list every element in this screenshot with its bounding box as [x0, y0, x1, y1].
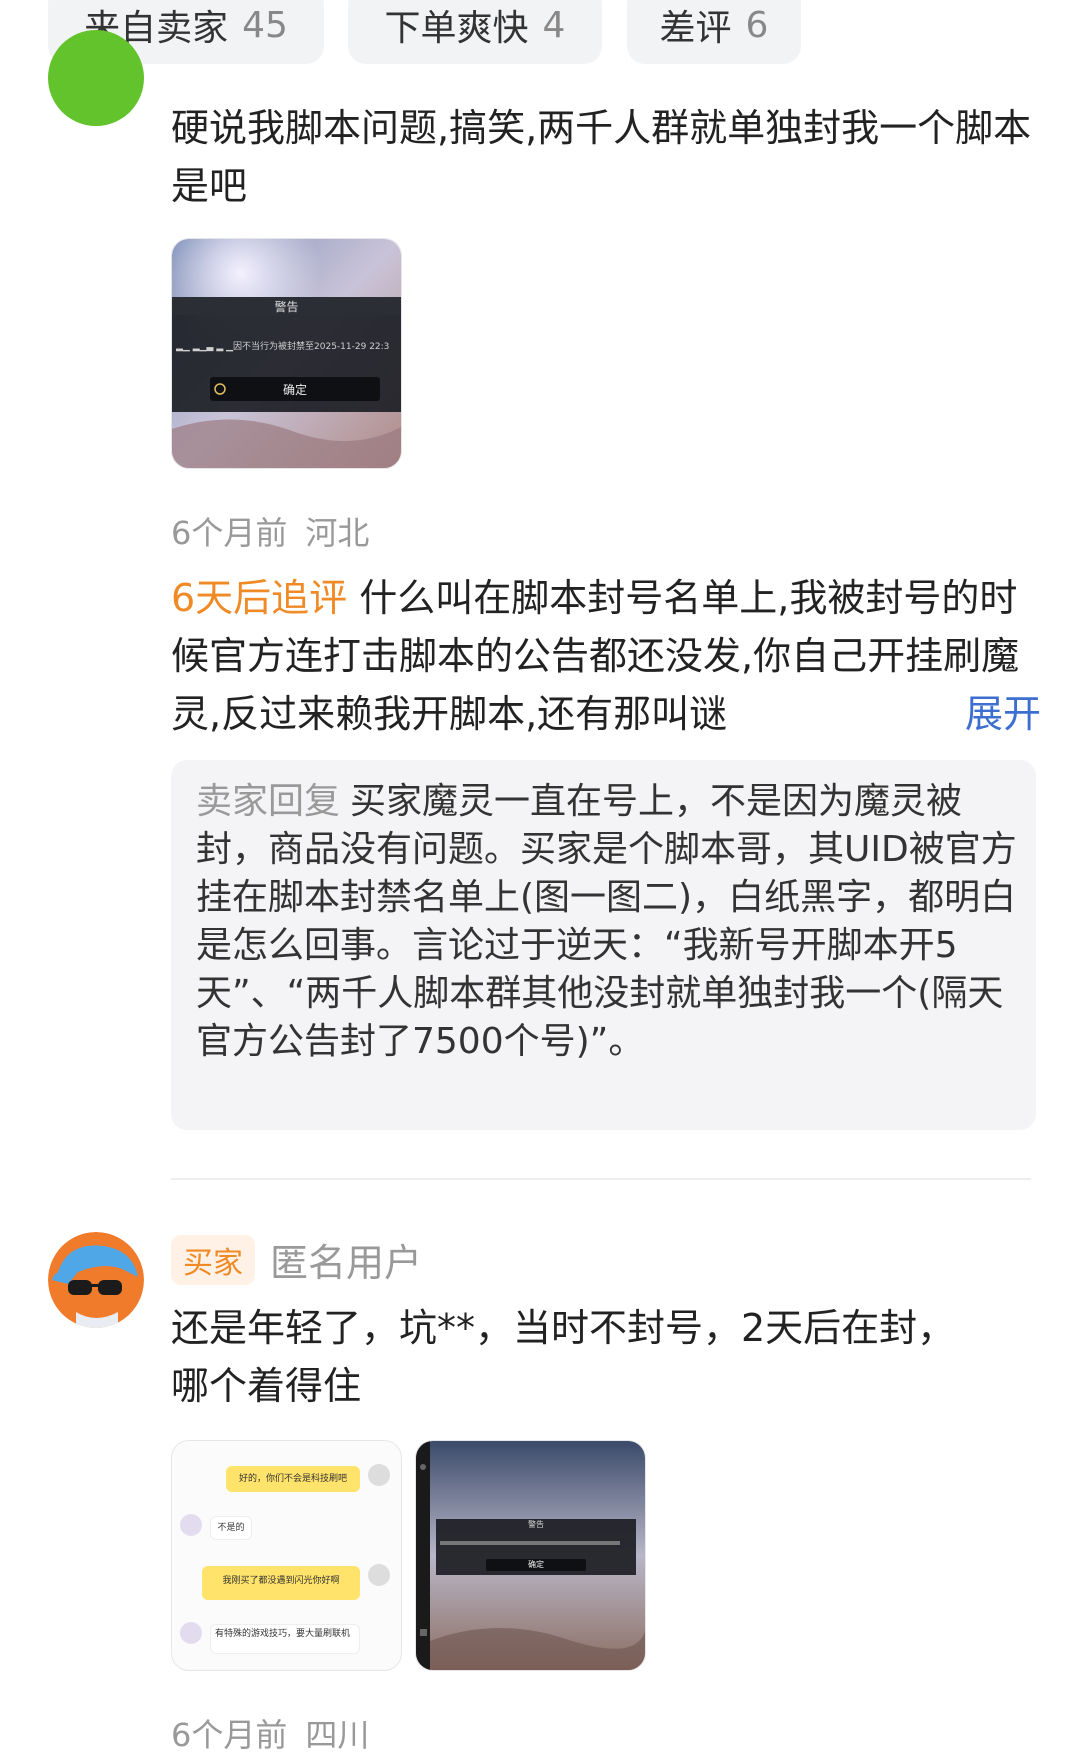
- review-location: 四川: [305, 1716, 370, 1754]
- dialog-confirm-button: 确定: [528, 1560, 544, 1569]
- dialog-body: ▂▁ ▂▁▃ ▂ ▁因不当行为被封禁至2025-11-29 22:3: [176, 342, 390, 352]
- review-time: 6个月前: [171, 514, 288, 552]
- chat-avatar: [368, 1464, 390, 1486]
- review-location: 河北: [305, 514, 370, 552]
- follow-up-review: 6天后追评 什么叫在脚本封号名单上,我被封号的时候官方连打击脚本的公告都还没发,…: [171, 569, 1041, 743]
- dialog-title: 警告: [274, 300, 299, 314]
- anonymous-avatar-icon: [48, 1232, 144, 1328]
- review-image[interactable]: 警告 ▂▁ ▂▁▃ ▂ ▁因不当行为被封禁至2025-11-29 22:3 确定: [171, 238, 402, 469]
- expand-link[interactable]: 展开: [950, 685, 1041, 743]
- chat-avatar: [180, 1622, 202, 1644]
- filter-chip-fast-order[interactable]: 下单爽快 4: [348, 0, 602, 64]
- review-meta: 6个月前 四川: [171, 1710, 369, 1756]
- reviewer-avatar[interactable]: [48, 30, 144, 126]
- review-meta: 6个月前 河北: [171, 508, 369, 554]
- review-image[interactable]: 警告 确定: [415, 1440, 646, 1671]
- review-image[interactable]: 好的，你们不会是科技刷吧 不是的 我刚买了都没遇到闪光你好啊 有特殊的游戏技巧，…: [171, 1440, 402, 1671]
- chat-bubble: 好的，你们不会是科技刷吧: [226, 1466, 360, 1492]
- filter-chip-label: 下单爽快: [384, 8, 529, 49]
- chat-bubble: 有特殊的游戏技巧，要大量刷联机: [210, 1624, 360, 1654]
- chat-avatar: [368, 1564, 390, 1586]
- review-text: 硬说我脚本问题,搞笑,两千人群就单独封我一个脚本是吧: [171, 106, 1032, 208]
- follow-up-label: 6天后追评: [171, 576, 348, 620]
- filter-chip-label: 差评: [659, 8, 732, 49]
- buyer-badge: 买家: [171, 1235, 255, 1285]
- filter-chip-count: 6: [745, 4, 769, 46]
- review-text: 还是年轻了，坑**，当时不封号，2天后在封，哪个着得住: [171, 1306, 956, 1408]
- filter-chip-count: 4: [542, 4, 566, 46]
- game-screenshot-image: [172, 239, 401, 468]
- reviewer-avatar[interactable]: [48, 1232, 144, 1328]
- seller-reply-text: 买家魔灵一直在号上，不是因为魔灵被封，商品没有问题。买家是个脚本哥，其UID被官…: [196, 781, 1017, 1062]
- reviewer-name: 匿名用户: [270, 1241, 423, 1285]
- review-divider: [171, 1178, 1031, 1180]
- filter-chip-negative[interactable]: 差评 6: [627, 0, 801, 64]
- seller-reply-box: 卖家回复 买家魔灵一直在号上，不是因为魔灵被封，商品没有问题。买家是个脚本哥，其U…: [171, 760, 1036, 1130]
- chat-avatar: [180, 1514, 202, 1536]
- dialog-title: 警告: [528, 1520, 544, 1529]
- chat-bubble: 不是的: [210, 1516, 252, 1540]
- filter-chip-count: 45: [242, 4, 288, 46]
- review-time: 6个月前: [171, 1716, 288, 1754]
- seller-reply-label: 卖家回复: [196, 781, 341, 822]
- seller-reply: 卖家回复 买家魔灵一直在号上，不是因为魔灵被封，商品没有问题。买家是个脚本哥，其U…: [196, 778, 1026, 1066]
- game-screenshot-image: [416, 1441, 645, 1670]
- dialog-confirm-button: 确定: [282, 383, 307, 397]
- chat-bubble: 我刚买了都没遇到闪光你好啊: [202, 1566, 360, 1600]
